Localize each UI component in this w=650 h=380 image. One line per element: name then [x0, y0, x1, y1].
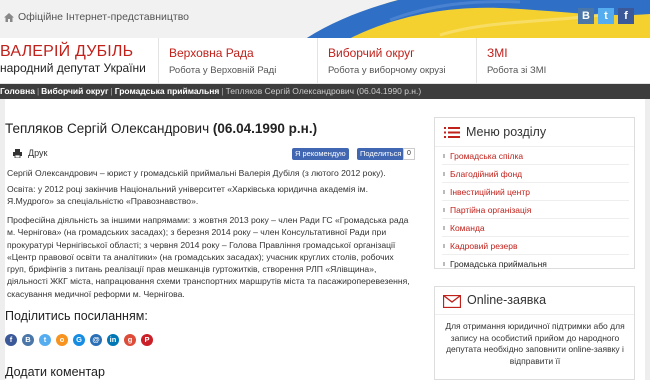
share-mailru-icon[interactable]: G — [73, 334, 85, 346]
printer-icon — [13, 148, 22, 158]
home-link[interactable]: Офіційне Інтернет-представництво — [4, 11, 189, 23]
share-heading: Поділитись посиланням: — [5, 309, 148, 323]
section-menu-header: Меню розділу — [435, 118, 634, 147]
facebook-icon[interactable]: f — [618, 8, 634, 24]
nav-item-verkhovna-rada[interactable]: Верховна Рада Робота у Верховній Раді — [158, 38, 318, 84]
share-email-icon[interactable]: @ — [90, 334, 102, 346]
article: Тепляков Сергій Олександрович (06.04.199… — [5, 118, 415, 380]
page-title-date: (06.04.1990 р.н.) — [212, 121, 318, 136]
brand-name: ВАЛЕРІЙ ДУБІЛЬ — [0, 43, 134, 60]
right-gutter — [645, 99, 650, 380]
facebook-like-label: Я рекомендую — [295, 149, 346, 158]
envelope-icon — [443, 295, 461, 308]
page-title: Тепляков Сергій Олександрович (06.04.199… — [5, 121, 317, 136]
nav-item-title: Верховна Рада — [169, 46, 254, 60]
menu-item-team[interactable]: Команда — [442, 219, 629, 237]
menu-item-investment-center[interactable]: Інвестиційний центр — [442, 183, 629, 201]
breadcrumb-election-district[interactable]: Виборчий округ — [41, 86, 108, 96]
menu-item-public-union[interactable]: Громадська спілка — [442, 147, 629, 165]
site-header: ВАЛЕРІЙ ДУБІЛЬ народний депутат України … — [0, 38, 650, 84]
share-icons-row: f В t o G @ in g P — [5, 334, 158, 346]
section-menu-list: Громадська спілка Благодійний фонд Інвес… — [442, 147, 629, 273]
breadcrumb-current: Тепляков Сергій Олександрович (06.04.199… — [225, 86, 422, 96]
twitter-icon[interactable]: t — [598, 8, 614, 24]
paragraph-position: Сергій Олександрович – юрист у громадськ… — [7, 168, 386, 178]
nav-item-subtitle: Робота у Верховній Раді — [169, 65, 277, 76]
facebook-like-button[interactable]: Я рекомендую — [292, 148, 349, 160]
share-pinterest-icon[interactable]: P — [141, 334, 153, 346]
menu-list-icon — [444, 127, 460, 138]
menu-item-charity-fund[interactable]: Благодійний фонд — [442, 165, 629, 183]
home-link-label: Офіційне Інтернет-представництво — [18, 11, 189, 23]
nav-item-media[interactable]: ЗМІ Робота зі ЗМІ — [476, 38, 650, 84]
online-application-title: Online-заявка — [467, 293, 547, 307]
breadcrumb-home[interactable]: Головна — [0, 86, 35, 96]
share-googleplus-icon[interactable]: g — [124, 334, 136, 346]
paragraph-education: Освіта: у 2012 році закінчив Національни… — [7, 184, 368, 207]
add-comment-heading: Додати коментар — [5, 365, 105, 379]
share-odnoklassniki-icon[interactable]: o — [56, 334, 68, 346]
menu-item-personnel-reserve[interactable]: Кадровий резерв — [442, 237, 629, 255]
print-button[interactable]: Друк — [13, 148, 47, 158]
nav-item-election-district[interactable]: Виборчий округ Робота у виборчому окрузі — [317, 38, 477, 84]
online-application-box[interactable]: Online-заявка Для отримання юридичної пі… — [434, 286, 635, 380]
home-icon — [4, 12, 14, 22]
share-facebook-icon[interactable]: f — [5, 334, 17, 346]
section-menu: Меню розділу Громадська спілка Благодійн… — [434, 117, 635, 269]
online-application-text: Для отримання юридичної підтримки або дл… — [445, 321, 625, 366]
section-menu-title: Меню розділу — [466, 125, 547, 139]
breadcrumb: Головна | Виборчий округ | Громадська прийма… — [0, 84, 650, 99]
top-bar: Офіційне Інтернет-представництво В t f — [0, 0, 650, 38]
nav-item-subtitle: Робота у виборчому окрузі — [328, 65, 446, 76]
brand-logo[interactable]: ВАЛЕРІЙ ДУБІЛЬ народний депутат України — [0, 43, 146, 76]
paragraph-activity: Професійна діяльність за іншими напрямам… — [7, 215, 410, 299]
breadcrumb-reception[interactable]: Громадська приймальня — [115, 86, 220, 96]
share-twitter-icon[interactable]: t — [39, 334, 51, 346]
share-vk-icon[interactable]: В — [22, 334, 34, 346]
menu-item-public-reception[interactable]: Громадська приймальня — [442, 255, 629, 273]
vk-icon[interactable]: В — [578, 8, 594, 24]
share-linkedin-icon[interactable]: in — [107, 334, 119, 346]
share-count: 0 — [403, 148, 415, 160]
nav-item-subtitle: Робота зі ЗМІ — [487, 65, 547, 76]
print-label: Друк — [28, 148, 48, 158]
page-title-name: Тепляков Сергій Олександрович — [5, 121, 210, 136]
menu-item-party-organization[interactable]: Партійна організація — [442, 201, 629, 219]
brand-subtitle: народний депутат України — [0, 61, 146, 75]
nav-item-title: Виборчий округ — [328, 46, 415, 60]
share-button[interactable]: Поделиться — [357, 148, 405, 160]
online-application-header: Online-заявка — [435, 287, 634, 315]
nav-item-title: ЗМІ — [487, 46, 508, 60]
